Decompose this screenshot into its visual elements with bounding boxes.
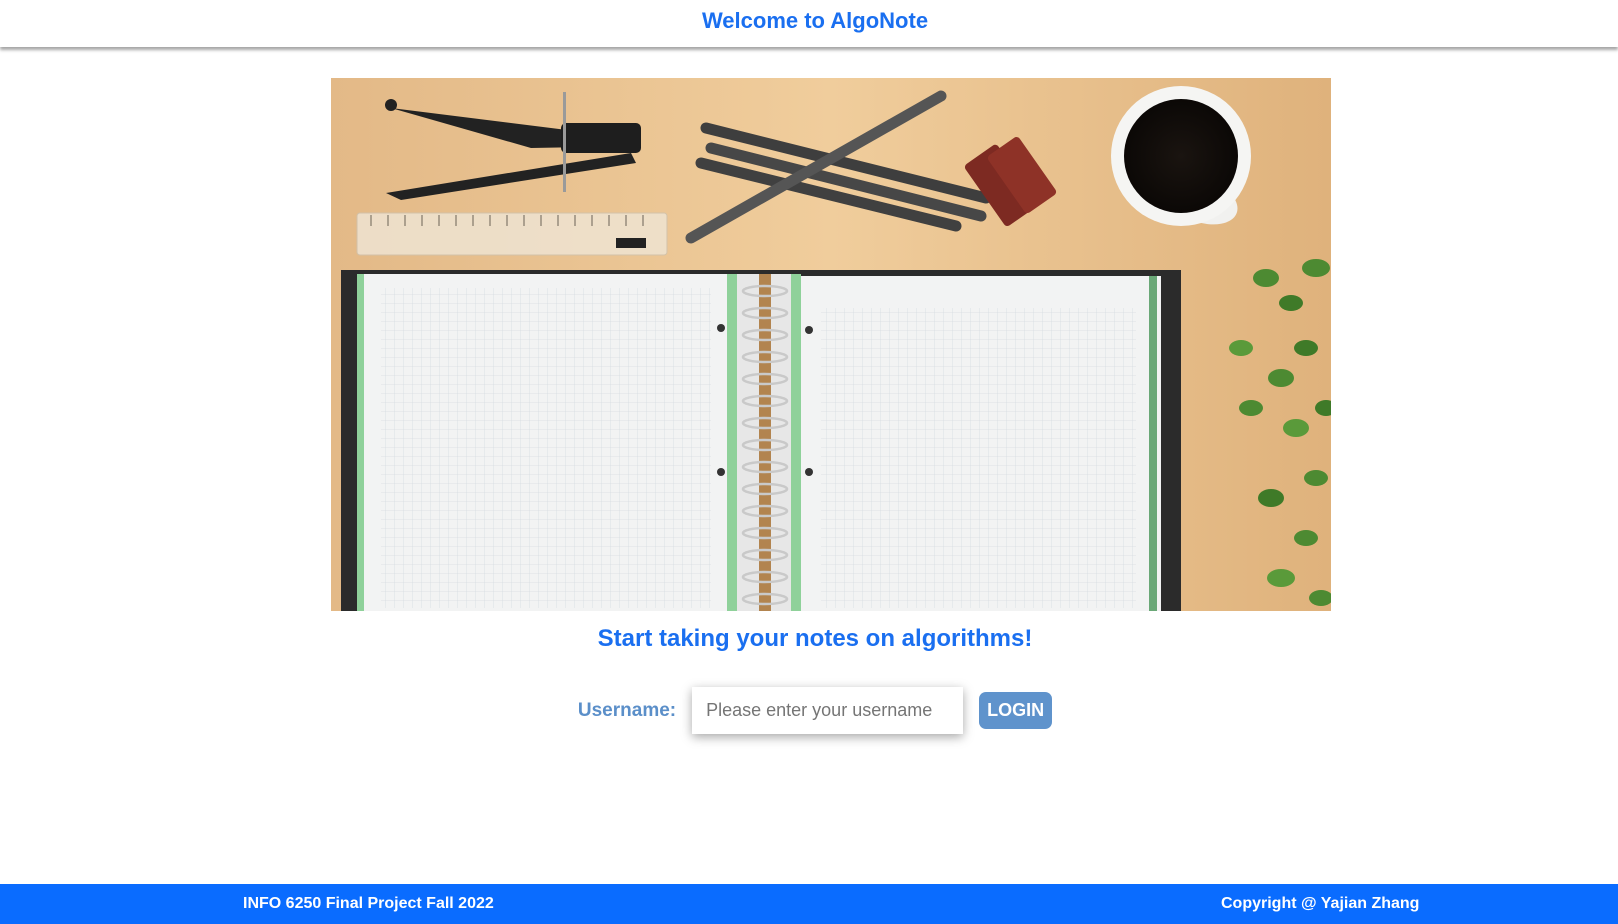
- ruler-graphic: [356, 212, 668, 256]
- page-title: Welcome to AlgoNote: [701, 7, 929, 33]
- page: Welcome to AlgoNote Start taking your no…: [0, 0, 1618, 924]
- footer-copyright-text: Copyright @ Yajian Zhang: [1221, 895, 1420, 912]
- notebook-desk-image: [331, 78, 1331, 611]
- login-button[interactable]: LOGIN: [979, 692, 1053, 729]
- footer-bar: INFO 6250 Final Project Fall 2022 Copyri…: [0, 884, 1618, 924]
- username-input[interactable]: [692, 687, 964, 734]
- login-form: Username: LOGIN: [0, 687, 1618, 734]
- username-label: Username:: [577, 699, 677, 721]
- footer-project-text: INFO 6250 Final Project Fall 2022: [243, 895, 494, 912]
- header-bar: Welcome to AlgoNote: [0, 0, 1618, 47]
- tagline: Start taking your notes on algorithms!: [597, 625, 1033, 652]
- notebook-graphic: [341, 270, 1181, 611]
